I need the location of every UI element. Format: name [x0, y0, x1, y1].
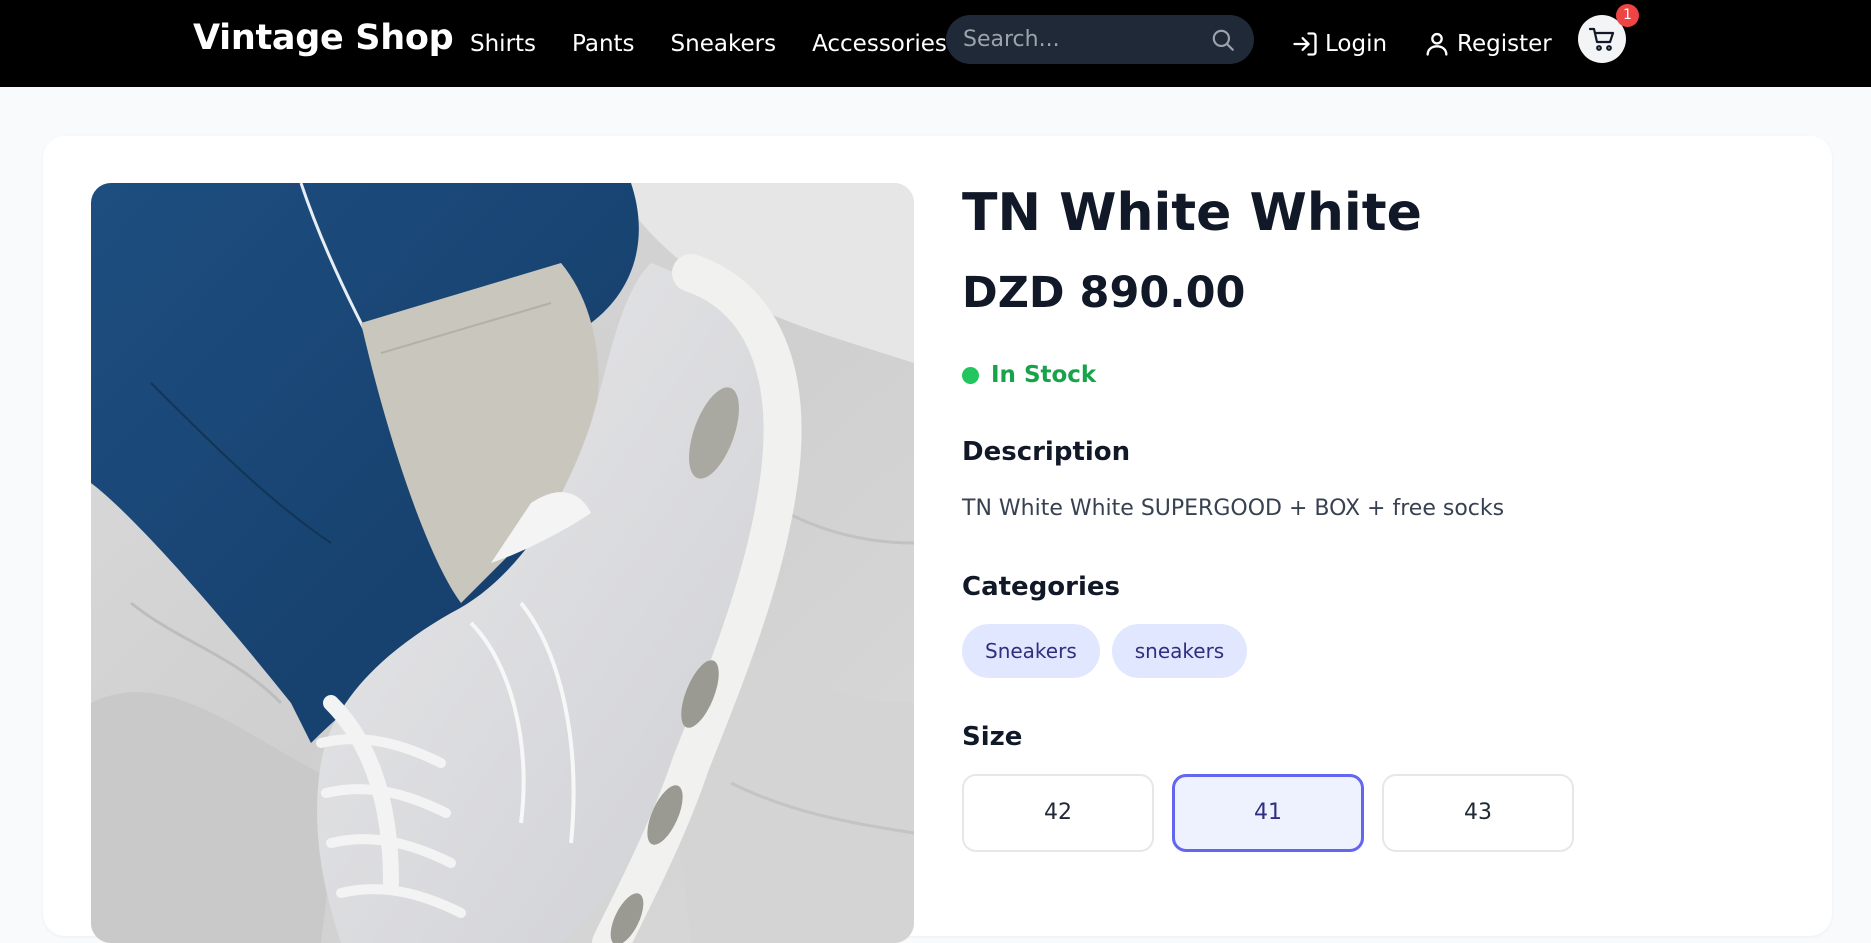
user-icon	[1426, 32, 1448, 56]
nav-link-sneakers[interactable]: Sneakers	[671, 31, 777, 57]
product-image	[91, 183, 914, 943]
cart-icon	[1589, 27, 1615, 51]
category-chips: Sneakers sneakers	[962, 624, 1248, 678]
size-option-41[interactable]: 41	[1172, 774, 1364, 852]
search-icon[interactable]	[1210, 27, 1236, 53]
brand-logo[interactable]: Vintage Shop	[193, 18, 454, 58]
stock-dot-icon	[962, 366, 979, 384]
category-chip[interactable]: sneakers	[1111, 624, 1248, 678]
login-link[interactable]: Login	[1291, 0, 1387, 87]
size-selector: 42 41 43	[962, 774, 1574, 852]
size-option-43[interactable]: 43	[1382, 774, 1574, 852]
product-price: DZD 890.00	[962, 268, 1246, 318]
stock-status: In Stock	[962, 362, 1096, 388]
size-heading: Size	[962, 722, 1023, 752]
login-label: Login	[1325, 30, 1388, 57]
search-input[interactable]	[963, 15, 1193, 64]
product-description: TN White White SUPERGOOD + BOX + free so…	[962, 496, 1505, 521]
stock-status-label: In Stock	[991, 362, 1097, 388]
category-chip[interactable]: Sneakers	[962, 624, 1100, 678]
nav-link-shirts[interactable]: Shirts	[470, 31, 536, 57]
navbar: Vintage Shop Shirts Pants Sneakers Acces…	[0, 0, 1871, 87]
cart-count-badge: 1	[1616, 4, 1639, 27]
nav-links: Shirts Pants Sneakers Accessories	[470, 0, 947, 87]
product-title: TN White White	[962, 183, 1422, 243]
register-link[interactable]: Register	[1423, 0, 1552, 87]
nav-link-accessories[interactable]: Accessories	[812, 31, 947, 57]
search-bar	[946, 15, 1254, 64]
login-icon	[1293, 31, 1317, 56]
register-label: Register	[1457, 30, 1552, 57]
description-heading: Description	[962, 437, 1131, 467]
size-option-42[interactable]: 42	[962, 774, 1154, 852]
categories-heading: Categories	[962, 572, 1121, 602]
nav-link-pants[interactable]: Pants	[572, 31, 635, 57]
